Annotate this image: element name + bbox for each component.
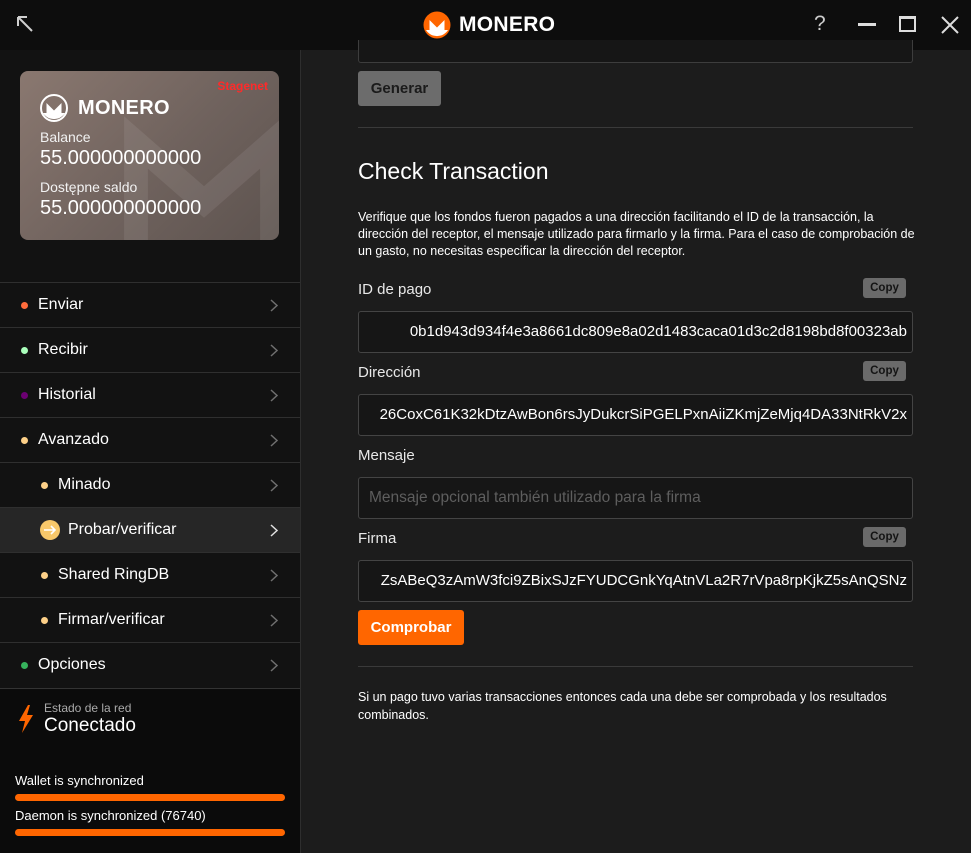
chevron-right-icon [270,344,279,357]
menu-dot [21,347,28,354]
signature-label: Firma [358,530,397,547]
page-description: Verifique que los fondos fueron pagados … [358,210,915,258]
network-status-panel: Estado de la red Conectado Wallet is syn… [0,688,300,853]
sidebar-item-receive[interactable]: Recibir [0,327,300,372]
previous-field[interactable] [358,40,913,63]
check-button[interactable]: Comprobar [358,610,464,645]
sidebar: Stagenet MONERO Balance 55.000000000000 … [0,50,300,853]
monero-logo-icon [423,11,451,39]
sidebar-item-mining[interactable]: Minado [0,462,300,507]
menu-dot [41,617,48,624]
address-field[interactable]: 26CoxC61K32kDtzAwBon6rsJyDukcrSiPGELPxnA… [358,394,913,436]
signature-field[interactable]: ZsABeQ3zAmW3fci9ZBixSJzFYUDCGnkYqAtnVLa2… [358,560,913,602]
chevron-right-icon [270,434,279,447]
sidebar-item-label: Enviar [38,296,84,313]
signature-value: ZsABeQ3zAmW3fci9ZBixSJzFYUDCGnkYqAtnVLa2… [380,572,907,589]
unlocked-balance-value: 55.000000000000 [40,197,202,219]
txid-label: ID de pago [358,281,432,298]
help-button[interactable]: ? [814,12,826,36]
wallet-sync-progress [15,794,285,801]
wallet-sync-label: Wallet is synchronized [15,773,144,788]
wallet-sync-fill [15,794,285,801]
close-icon[interactable] [940,15,960,35]
sidebar-item-label: Firmar/verificar [58,611,165,628]
sidebar-item-sign-verify[interactable]: Firmar/verificar [0,597,300,642]
sidebar-item-settings[interactable]: Opciones [0,642,300,687]
copy-address-button[interactable]: Copy [863,361,906,381]
chevron-right-icon [270,524,279,537]
daemon-sync-progress [15,829,285,836]
copy-txid-button[interactable]: Copy [863,278,906,298]
chevron-right-icon [270,569,279,582]
minimize-button[interactable] [858,23,876,26]
card-brand: MONERO [78,96,170,119]
generate-button[interactable]: Generar [358,71,441,106]
unlocked-balance-label: Dostępne saldo [40,179,138,195]
maximize-button[interactable] [899,16,916,32]
chevron-right-icon [270,299,279,312]
txid-field[interactable]: 0b1d943d934f4e3a8661dc809e8a02d1483caca0… [358,311,913,353]
address-label: Dirección [358,364,421,381]
menu-dot [41,482,48,489]
monero-logo-icon [40,94,68,122]
message-placeholder: Mensaje opcional también utilizado para … [369,489,701,506]
sidebar-item-label: Historial [38,386,96,403]
copy-signature-button[interactable]: Copy [863,527,906,547]
card-logo: MONERO [40,94,170,122]
section-divider [358,127,913,128]
sidebar-item-label: Opciones [38,656,106,673]
page-title: Check Transaction [358,158,549,184]
chevron-right-icon [270,389,279,402]
chevron-right-icon [270,479,279,492]
balance-label: Balance [40,129,91,145]
balance-card: Stagenet MONERO Balance 55.000000000000 … [20,71,279,240]
sidebar-item-prove-check[interactable]: Probar/verificar [0,507,300,552]
sidebar-item-advanced[interactable]: Avanzado [0,417,300,462]
address-value: 26CoxC61K32kDtzAwBon6rsJyDukcrSiPGELPxnA… [379,406,907,423]
app-title: MONERO [459,13,556,36]
txid-value: 0b1d943d934f4e3a8661dc809e8a02d1483caca0… [409,323,907,340]
menu-dot [41,572,48,579]
chevron-right-icon [270,614,279,627]
sidebar-item-history[interactable]: Historial [0,372,300,417]
menu-dot [21,437,28,444]
footer-note: Si un pago tuvo varias transacciones ent… [358,690,887,722]
network-type-badge: Stagenet [217,79,268,93]
sidebar-item-label: Avanzado [38,431,109,448]
section-divider [358,666,913,667]
menu-dot [21,392,28,399]
chevron-right-icon [270,659,279,672]
daemon-sync-fill [15,829,285,836]
main-content: Generar Check Transaction Verifique que … [301,40,971,853]
message-label: Mensaje [358,447,415,464]
lightning-icon [19,705,33,733]
network-status-label: Estado de la red [44,701,132,715]
menu-dot [21,302,28,309]
sidebar-item-label: Shared RingDB [58,566,170,583]
sidebar-item-label: Probar/verificar [68,521,177,538]
balance-value: 55.000000000000 [40,147,202,169]
back-arrow-icon[interactable] [14,13,38,37]
sidebar-item-label: Recibir [38,341,88,358]
sidebar-item-send[interactable]: Enviar [0,282,300,327]
sidebar-item-label: Minado [58,476,111,493]
message-field[interactable]: Mensaje opcional también utilizado para … [358,477,913,519]
active-arrow-icon [40,520,60,540]
menu-dot [21,662,28,669]
app-logo: MONERO [423,11,555,39]
sidebar-menu: Enviar Recibir Historial Avanzado Minado [0,282,300,687]
network-status-value: Conectado [44,715,136,736]
sidebar-item-shared-ringdb[interactable]: Shared RingDB [0,552,300,597]
daemon-sync-label: Daemon is synchronized (76740) [15,808,206,823]
